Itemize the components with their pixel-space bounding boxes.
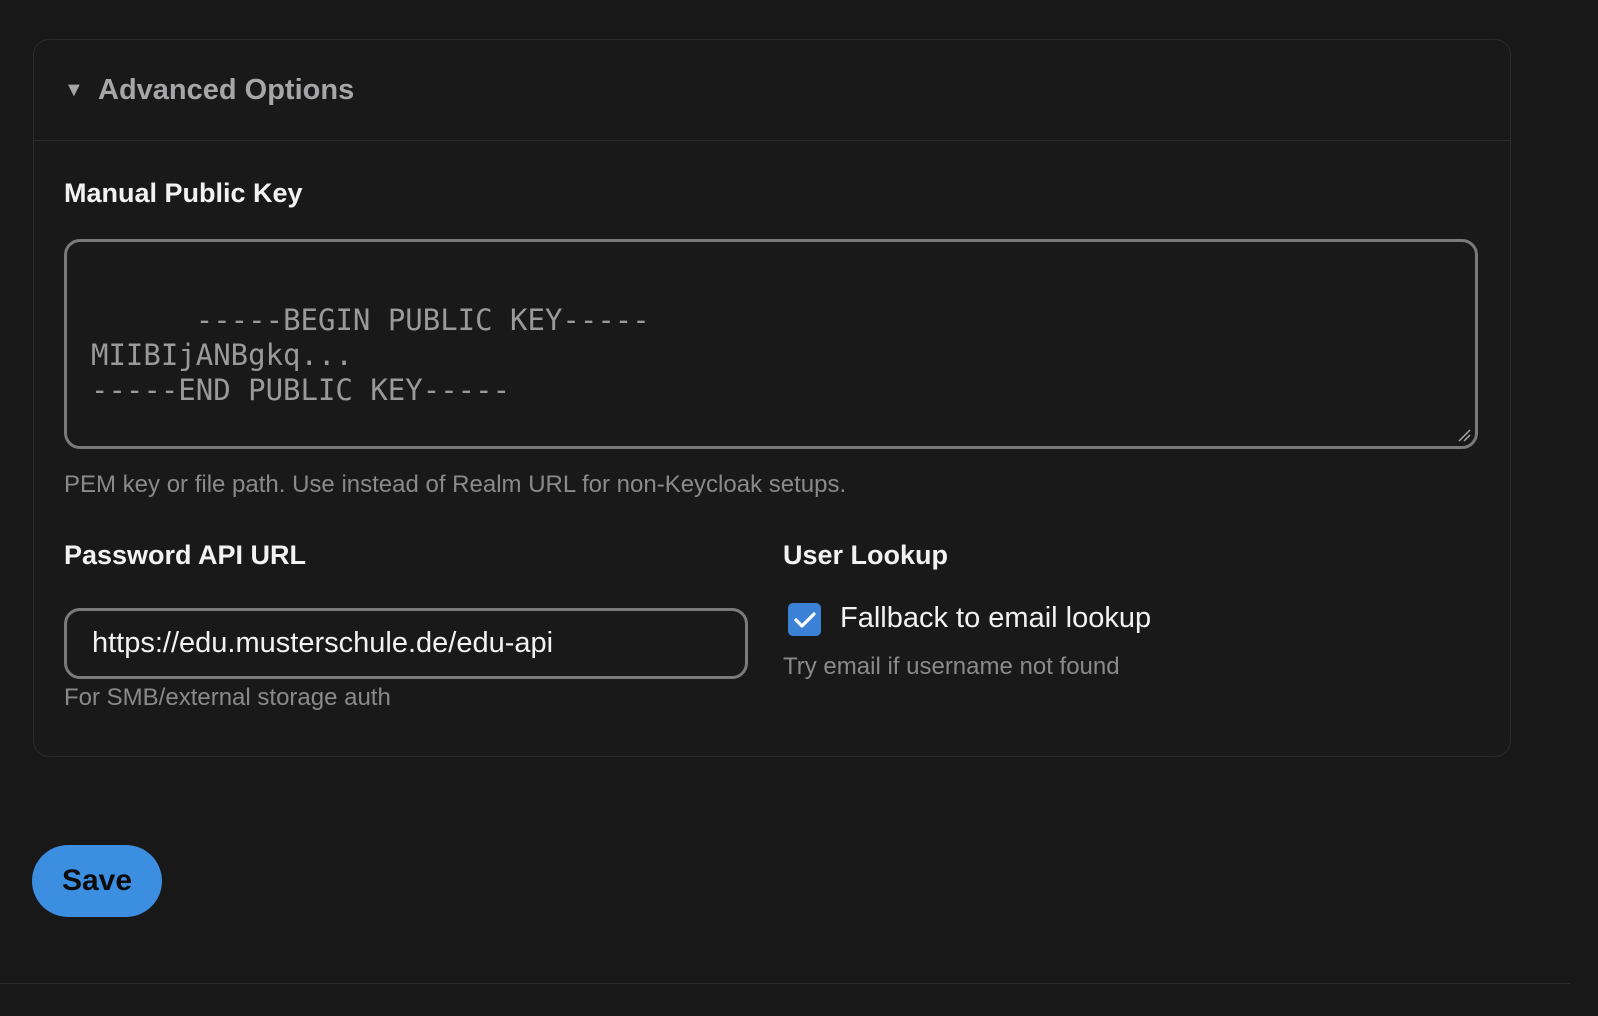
save-button[interactable]: Save: [32, 845, 162, 917]
resize-grip-icon[interactable]: [1457, 428, 1471, 442]
password-api-value: https://edu.musterschule.de/edu-api: [92, 627, 554, 659]
password-api-label: Password API URL: [64, 540, 307, 570]
user-lookup-help: Try email if username not found: [783, 653, 1120, 680]
password-api-input[interactable]: https://edu.musterschule.de/edu-api: [64, 608, 748, 679]
user-lookup-label: User Lookup: [783, 540, 949, 570]
advanced-options-panel: ▼ Advanced Options Manual Public Key ---…: [33, 39, 1511, 757]
advanced-options-toggle[interactable]: ▼ Advanced Options: [34, 40, 1510, 141]
caret-down-icon: ▼: [64, 79, 84, 101]
public-key-help: PEM key or file path. Use instead of Rea…: [64, 471, 847, 498]
checkmark-icon: [793, 611, 816, 628]
settings-page: ▼ Advanced Options Manual Public Key ---…: [0, 0, 1598, 1016]
public-key-placeholder: -----BEGIN PUBLIC KEY----- MIIBIjANBgkq.…: [91, 303, 650, 407]
public-key-label: Manual Public Key: [64, 178, 303, 208]
email-fallback-label[interactable]: Fallback to email lookup: [840, 602, 1151, 635]
email-fallback-checkbox[interactable]: [788, 603, 821, 636]
public-key-textarea[interactable]: -----BEGIN PUBLIC KEY----- MIIBIjANBgkq.…: [64, 239, 1478, 449]
divider: [0, 983, 1570, 984]
advanced-options-title: Advanced Options: [98, 73, 355, 106]
password-api-help: For SMB/external storage auth: [64, 684, 391, 711]
